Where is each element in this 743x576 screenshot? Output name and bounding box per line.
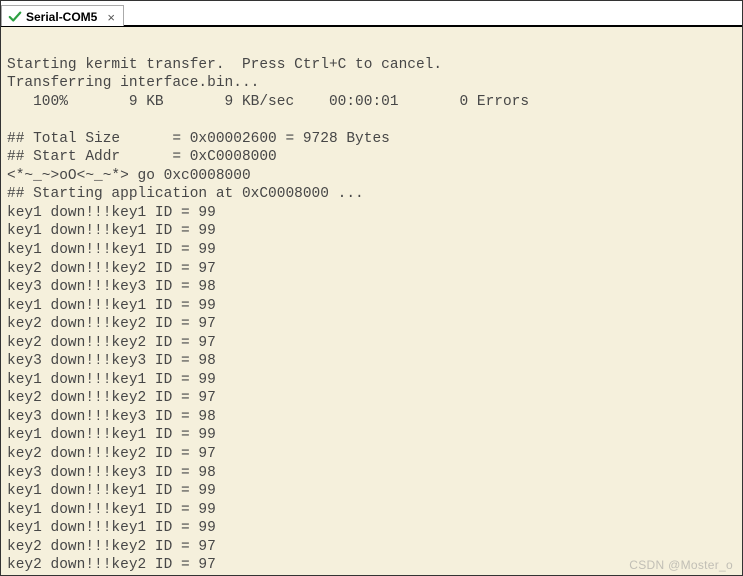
check-icon	[8, 10, 22, 24]
tab-bar: Serial-COM5 ×	[1, 1, 742, 27]
tab-title: Serial-COM5	[26, 10, 97, 24]
close-icon[interactable]: ×	[107, 11, 115, 24]
terminal-output[interactable]: Starting kermit transfer. Press Ctrl+C t…	[1, 27, 742, 575]
tab-serial-com5[interactable]: Serial-COM5 ×	[1, 5, 124, 26]
watermark: CSDN @Moster_o	[629, 558, 733, 572]
serial-terminal-window: Serial-COM5 × Starting kermit transfer. …	[0, 0, 743, 576]
